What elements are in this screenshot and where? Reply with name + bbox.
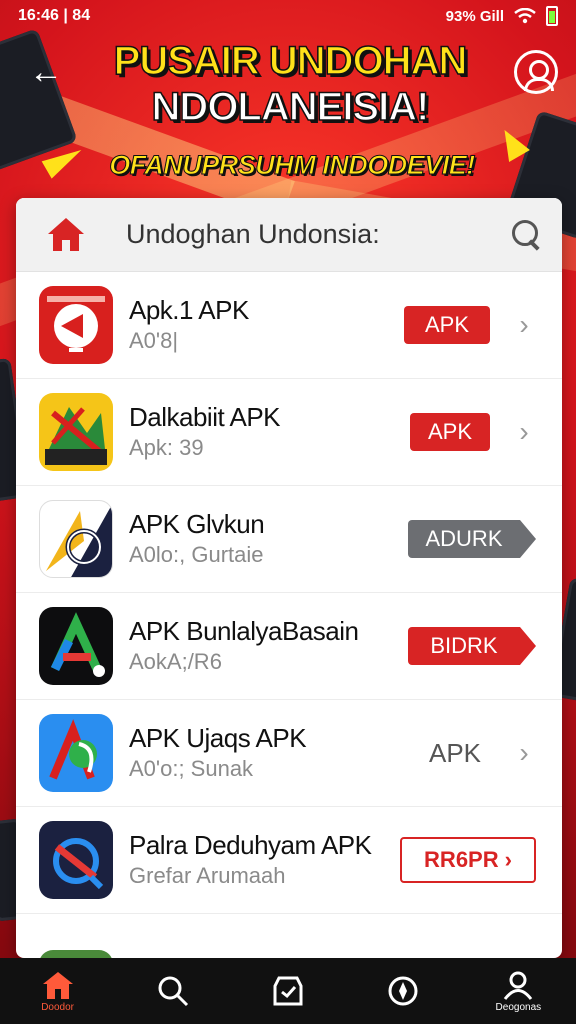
nav-search[interactable] <box>133 958 213 1024</box>
chevron-right-icon: › <box>504 847 512 872</box>
battery-icon <box>546 6 558 26</box>
search-icon <box>158 976 188 1007</box>
apk-download-button[interactable]: RR6PR › <box>400 837 536 883</box>
app-name: Palra Deduhyam APK <box>129 830 372 860</box>
chevron-right-icon[interactable]: › <box>512 737 536 769</box>
status-indicators: 93% Gill <box>445 7 504 25</box>
app-name: Apk.1 APK <box>129 295 249 325</box>
app-name: Dalkabiit APK <box>129 402 281 432</box>
apk-download-button[interactable]: APK <box>420 734 490 772</box>
app-list: Apk.1 APK A0'8| APK › Dalkabiit APK Apk:… <box>16 272 562 914</box>
app-meta: A0'8| <box>129 328 179 353</box>
red-play-icon <box>39 286 113 364</box>
list-item[interactable]: APK Glvkun A0lo:, Gurtaie ADURK <box>16 486 562 593</box>
search-bar[interactable]: Undoghan Undonsia: <box>16 198 562 272</box>
list-item[interactable]: APK Ujaqs APK A0'o:; Sunak APK › <box>16 700 562 807</box>
nav-compass[interactable] <box>363 958 443 1024</box>
app-name: APK Glvkun <box>129 509 265 539</box>
blue-app-icon <box>39 714 113 792</box>
compass-icon <box>388 976 418 1006</box>
nav-home[interactable]: Doodor <box>18 958 98 1024</box>
wifi-icon <box>514 8 536 24</box>
status-bar: 16:46 | 84 93% Gill <box>0 0 576 32</box>
app-meta: A0'o:; Sunak <box>129 756 254 781</box>
banner-subtitle: OFANUPRSUHM INDODEVIE! <box>109 150 476 181</box>
home-icon[interactable] <box>48 217 84 252</box>
app-meta: Grefar Arumaah <box>129 863 286 888</box>
profile-icon <box>504 971 533 1000</box>
app-icon-partial <box>39 950 113 958</box>
banner-title-line1: PUSAIR UNDOHAN <box>113 38 468 84</box>
list-item[interactable]: APK BunlalyaBasain AokA;/R6 BIDRK <box>16 593 562 700</box>
apk-download-button[interactable]: BIDRK <box>408 627 536 665</box>
app-name: APK BunlalyaBasain <box>129 616 359 646</box>
nav-home-label: Doodor <box>41 1001 74 1013</box>
status-time: 16:46 | 84 <box>18 7 91 24</box>
banner-title-line2: NDOLANEISIA! <box>151 84 430 130</box>
chevron-right-icon[interactable]: › <box>512 309 536 341</box>
bottom-nav: Doodor Deogonas <box>0 958 576 1024</box>
app-meta: A0lo:, Gurtaie <box>129 542 264 567</box>
back-arrow-icon[interactable]: ← <box>26 52 66 92</box>
app-meta: AokA;/R6 <box>129 649 222 674</box>
nav-app-store[interactable] <box>248 958 328 1024</box>
apk-download-button[interactable]: ADURK <box>408 520 536 558</box>
compass-icon <box>39 500 113 578</box>
chevron-right-icon[interactable]: › <box>512 416 536 448</box>
apk-button-label: RR6PR <box>424 847 499 872</box>
list-item[interactable]: Palra Deduhyam APK Grefar Arumaah RR6PR … <box>16 807 562 914</box>
home-icon <box>42 971 73 999</box>
search-input[interactable]: Undoghan Undonsia: <box>126 219 508 250</box>
app-meta: Apk: 39 <box>129 435 204 460</box>
search-icon[interactable] <box>508 217 544 253</box>
nav-profile-label: Deogonas <box>495 1001 542 1013</box>
navy-globe-icon <box>39 821 113 899</box>
nav-profile[interactable]: Deogonas <box>478 958 558 1024</box>
apk-download-button[interactable]: APK <box>404 306 490 344</box>
apk-download-button[interactable]: APK <box>410 413 490 451</box>
banner-title: PUSAIR UNDOHAN NDOLANEISIA! <box>90 38 490 130</box>
app-list-card: Undoghan Undonsia: Apk.1 APK A0'8| APK › <box>16 198 562 958</box>
list-item[interactable]: Apk.1 APK A0'8| APK › <box>16 272 562 379</box>
app-name: APK Ujaqs APK <box>129 723 307 753</box>
yellow-tool-icon <box>39 393 113 471</box>
list-item[interactable]: Dalkabiit APK Apk: 39 APK › <box>16 379 562 486</box>
app-store-icon <box>273 976 303 1006</box>
triangle-logo-icon <box>39 607 113 685</box>
profile-icon[interactable] <box>514 50 558 94</box>
